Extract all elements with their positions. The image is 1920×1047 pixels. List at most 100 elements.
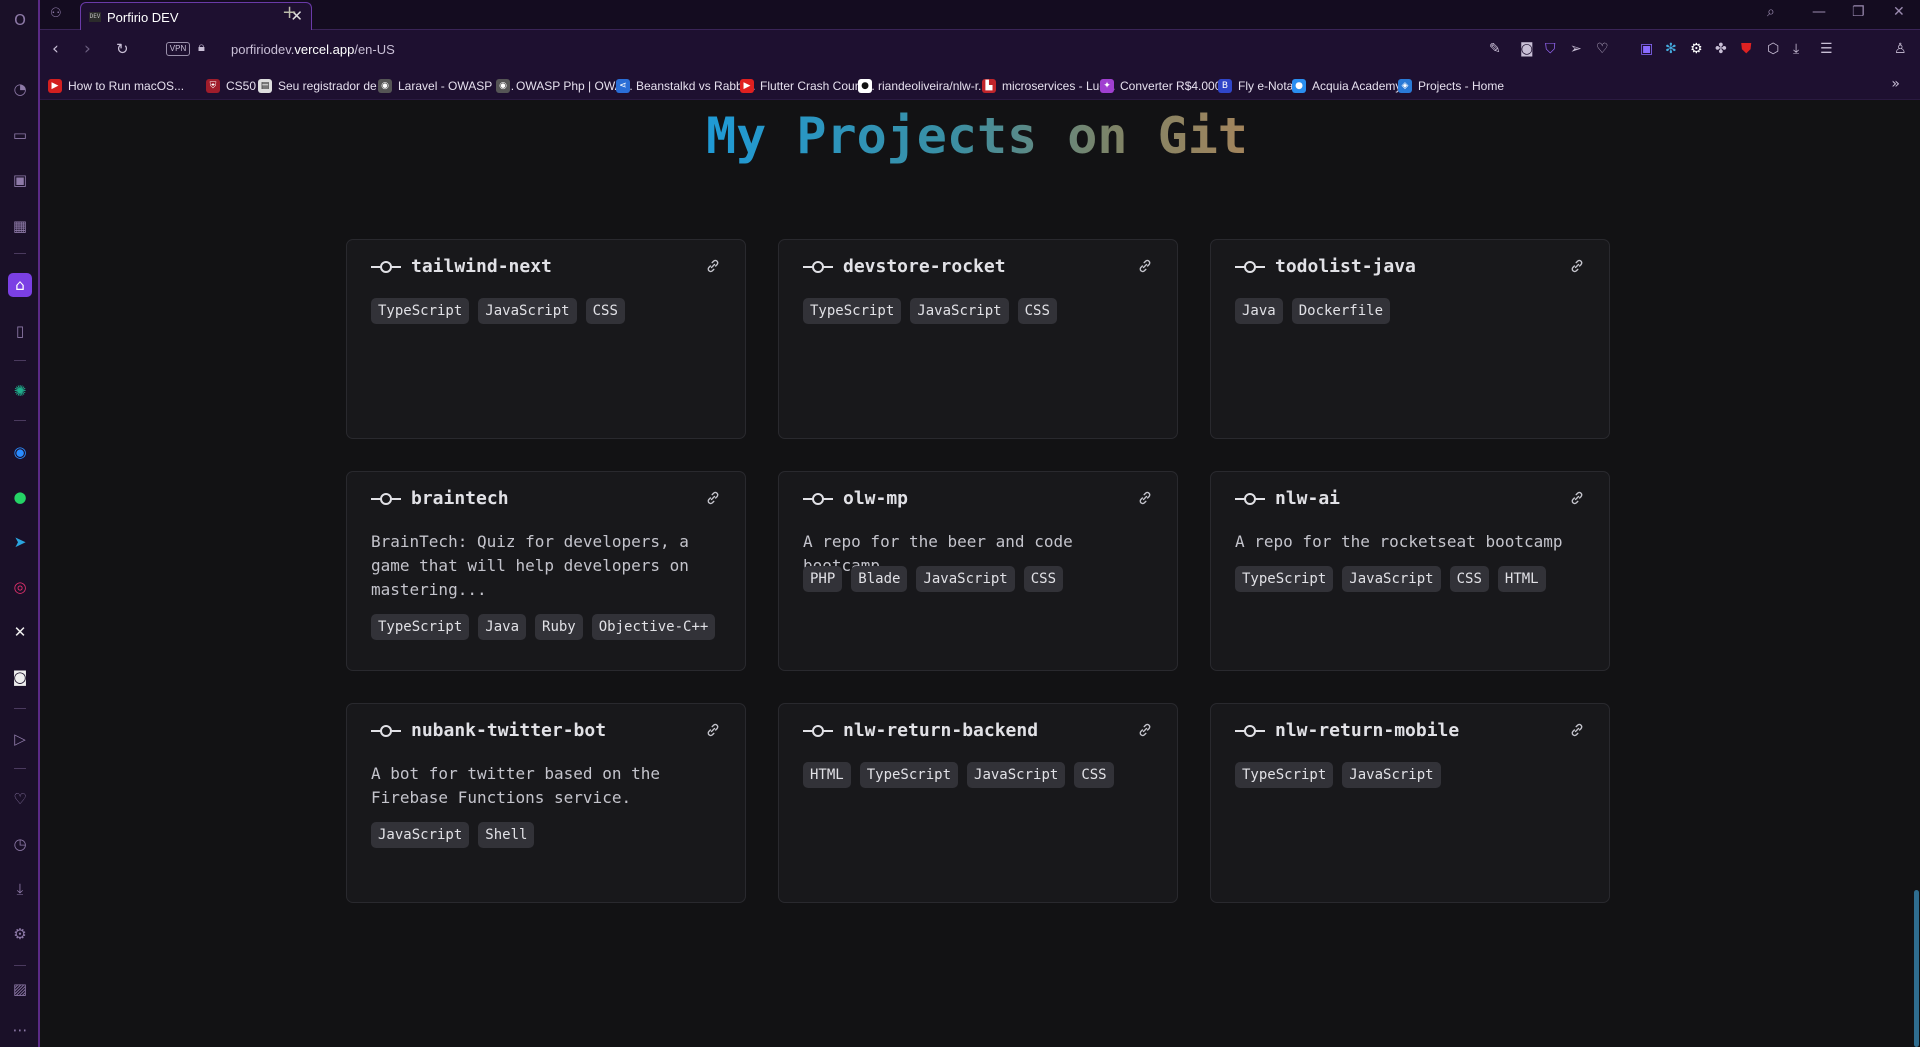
opera-menu-icon[interactable]: O <box>8 8 32 32</box>
profile-icon[interactable]: ♙ <box>1894 41 1907 57</box>
snapshot-edit-icon[interactable]: ✎ <box>1489 41 1501 57</box>
link-icon[interactable] <box>1569 490 1585 506</box>
project-card[interactable]: nubank-twitter-bot A bot for twitter base… <box>346 703 746 903</box>
bookmark-item[interactable]: ✦ Converter R$4.000... <box>1100 78 1231 94</box>
project-card[interactable]: todolist-java Java Dockerfile <box>1210 239 1610 439</box>
project-description: A bot for twitter based on the Firebase … <box>371 764 660 807</box>
heart-icon[interactable]: ♡ <box>1596 41 1609 57</box>
bookmark-item[interactable]: ● Acquia Academy <box>1292 78 1401 94</box>
card-header: olw-mp <box>803 488 908 509</box>
bookmark-item[interactable]: ◈ Projects - Home <box>1398 78 1504 94</box>
download-icon[interactable]: ⤓ <box>1793 41 1799 57</box>
bookmark-item[interactable]: ▶ Flutter Crash Cours... <box>740 78 875 94</box>
bookmark-item[interactable]: ◉ OWASP Php | OWA... <box>496 78 633 94</box>
settings-icon[interactable]: ⚙ <box>8 922 32 946</box>
bookmark-item[interactable]: B Fly e-Nota <box>1218 78 1293 94</box>
project-card[interactable]: tailwind-next TypeScript JavaScript CSS <box>346 239 746 439</box>
language-tag: TypeScript <box>859 762 959 788</box>
chatgpt-icon[interactable]: ✺ <box>8 379 32 403</box>
bookmarks-overflow-icon[interactable]: » <box>1891 76 1900 92</box>
bookmark-item[interactable]: ▶ How to Run macOS... <box>48 78 184 94</box>
url-field[interactable]: porfiriodev.vercel.app/en-US <box>231 42 395 57</box>
project-name: nlw-return-mobile <box>1275 720 1460 741</box>
bookmark-item[interactable]: ◉ Laravel - OWASP C... <box>378 78 514 94</box>
whatsapp-icon[interactable]: ● <box>8 485 32 509</box>
box-icon[interactable]: ⬡ <box>1767 41 1779 57</box>
minimize-icon[interactable]: — <box>1812 4 1826 20</box>
gallery-icon[interactable]: ▨ <box>8 977 32 1001</box>
instagram-icon[interactable]: ◎ <box>8 575 32 599</box>
link-icon[interactable] <box>1569 258 1585 274</box>
owasp-icon: ◉ <box>496 79 510 93</box>
gear-ext-icon[interactable]: ⚙ <box>1690 41 1703 57</box>
git-commit-icon <box>803 490 833 508</box>
link-icon[interactable] <box>705 258 721 274</box>
extensions-icon[interactable]: ▦ <box>8 214 32 238</box>
new-tab-icon[interactable]: + <box>282 2 297 23</box>
link-icon[interactable] <box>1137 490 1153 506</box>
tab-favicon: DEV <box>89 12 101 22</box>
page-content: My Projects on Git tailwind-next TypeScri… <box>41 101 1913 1047</box>
project-description: A repo for the rocketseat bootcamp <box>1235 532 1563 551</box>
forward-icon[interactable]: › <box>84 39 91 59</box>
shield-ext-icon[interactable]: ⛉ <box>1545 41 1556 57</box>
bookmark-item[interactable]: ⛨ CS50 <box>206 78 256 94</box>
bookmark-label: Beanstalkd vs Rabbi... <box>636 79 756 93</box>
link-icon[interactable] <box>1137 722 1153 738</box>
tab-manager-icon[interactable]: ⚇ <box>50 6 62 21</box>
bookmark-item[interactable]: ● riandeoliveira/nlw-r... <box>858 78 988 94</box>
vpn-badge[interactable]: VPN <box>166 42 190 56</box>
project-card[interactable]: nlw-return-backend HTML TypeScript JavaScri… <box>778 703 1178 903</box>
project-card[interactable]: nlw-return-mobile TypeScript JavaScript <box>1210 703 1610 903</box>
messenger-icon[interactable]: ◉ <box>8 440 32 464</box>
project-card[interactable]: olw-mp A repo for the beer and code bootc… <box>778 471 1178 671</box>
send-icon[interactable]: ➢ <box>1570 41 1582 57</box>
project-card[interactable]: braintech BrainTech: Quiz for developers,… <box>346 471 746 671</box>
language-tag: TypeScript <box>803 298 902 324</box>
search-tabs-icon[interactable]: ⌕ <box>1767 4 1775 20</box>
scrollbar[interactable] <box>1913 101 1920 1047</box>
ext-badge-icon[interactable]: ▣ <box>1640 41 1653 57</box>
speed-dial-icon[interactable]: ◔ <box>8 77 32 101</box>
tab-active[interactable]: DEV Porfirio DEV ✕ <box>80 2 312 30</box>
link-icon[interactable] <box>1569 722 1585 738</box>
lock-icon[interactable]: 🔒︎ <box>198 40 205 55</box>
x-icon[interactable]: ✕ <box>8 620 32 644</box>
link-icon[interactable] <box>1137 258 1153 274</box>
language-tag: CSS <box>1023 566 1064 592</box>
share-icon: ⋖ <box>616 79 630 93</box>
scroll-thumb[interactable] <box>1914 890 1919 1047</box>
language-tag: CSS <box>1017 298 1057 324</box>
project-card[interactable]: devstore-rocket TypeScript JavaScript CSS <box>778 239 1178 439</box>
workspace-icon[interactable]: ▭ <box>8 123 32 147</box>
react-devtools-icon[interactable]: ✻ <box>1665 41 1677 57</box>
ublock-icon[interactable]: ⛊ <box>1741 41 1752 57</box>
tag-list: TypeScript JavaScript CSS <box>371 298 625 324</box>
camera-icon[interactable]: ◙ <box>1520 41 1534 57</box>
close-window-icon[interactable]: ✕ <box>1893 4 1905 20</box>
reload-icon[interactable]: ↻ <box>116 40 129 58</box>
link-icon[interactable] <box>705 490 721 506</box>
bookmarks-heart-icon[interactable]: ♡ <box>8 787 32 811</box>
more-icon[interactable]: ⋯ <box>8 1018 32 1042</box>
history-icon[interactable]: ◷ <box>8 832 32 856</box>
git-commit-icon <box>371 722 401 740</box>
link-icon[interactable] <box>705 722 721 738</box>
language-tag: JavaScript <box>910 298 1009 324</box>
bookmark-item[interactable]: ▙ microservices - Luc... <box>982 78 1115 94</box>
bookmark-item[interactable]: ⋖ Beanstalkd vs Rabbi... <box>616 78 755 94</box>
easy-setup-icon[interactable]: ☰ <box>1820 41 1833 57</box>
discord-icon[interactable]: ◙ <box>8 665 32 689</box>
home-icon[interactable]: ⌂ <box>8 273 32 297</box>
restore-icon[interactable]: ❐ <box>1852 4 1865 20</box>
downloads-icon[interactable]: ⤓ <box>8 877 32 901</box>
twitch-icon[interactable]: ▣ <box>8 168 32 192</box>
project-card[interactable]: nlw-ai A repo for the rocketseat bootcamp… <box>1210 471 1610 671</box>
bookmark-item[interactable]: ▤ Seu registrador de IP <box>258 78 391 94</box>
player-icon[interactable]: ▷ <box>8 727 32 751</box>
owasp-icon: ◉ <box>378 79 392 93</box>
reading-list-icon[interactable]: ▯ <box>8 319 32 343</box>
telegram-icon[interactable]: ➤ <box>8 530 32 554</box>
back-icon[interactable]: ‹ <box>52 39 59 59</box>
puzzle-icon[interactable]: ✤ <box>1715 41 1727 57</box>
